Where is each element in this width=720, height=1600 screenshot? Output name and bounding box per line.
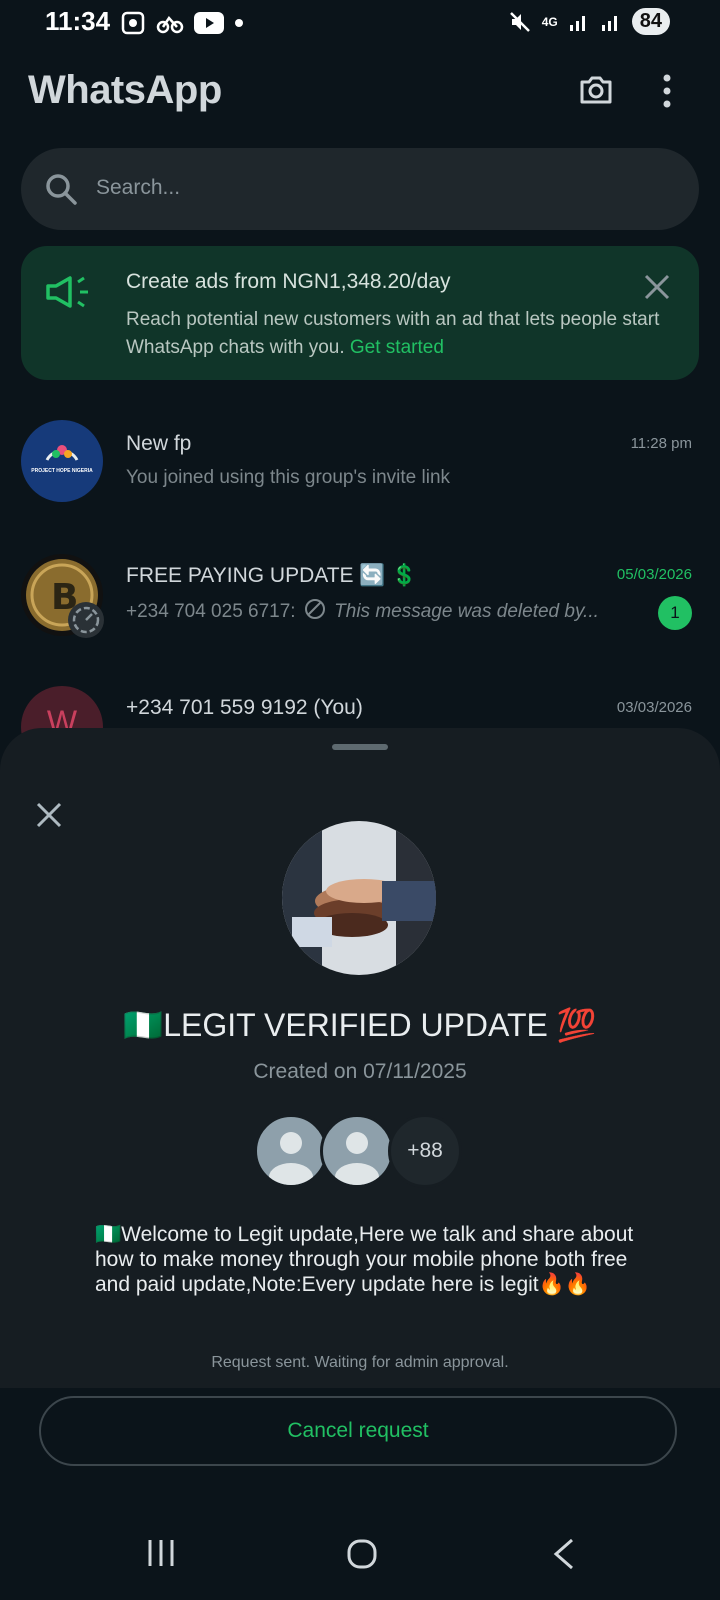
member-count: +88 xyxy=(388,1114,462,1188)
get-started-link[interactable]: Get started xyxy=(350,337,444,358)
member-avatar xyxy=(320,1114,394,1188)
status-notification-icons xyxy=(120,10,244,36)
dot-icon xyxy=(235,19,243,27)
status-ring-icon xyxy=(68,602,104,638)
person-icon xyxy=(335,1132,379,1185)
close-icon[interactable] xyxy=(36,802,62,828)
search-icon xyxy=(46,174,77,205)
ad-description: Reach potential new customers with an ad… xyxy=(126,309,660,358)
status-time: 11:34 xyxy=(45,6,111,36)
mute-icon xyxy=(509,11,530,32)
battery-indicator: 84 xyxy=(631,8,670,35)
close-icon[interactable] xyxy=(644,274,670,300)
deleted-icon xyxy=(304,599,325,619)
recent-apps-icon[interactable] xyxy=(146,1538,176,1568)
status-system-icons: 4G 84 xyxy=(508,8,670,35)
stacked-hands-image xyxy=(282,821,436,975)
group-avatar xyxy=(282,821,436,975)
chat-name[interactable]: +234 701 559 9192 (You) xyxy=(126,696,363,720)
avatar[interactable]: PROJECT HOPE NIGERIA xyxy=(21,420,103,502)
chat-name[interactable]: New fp xyxy=(126,432,191,456)
signal-icon xyxy=(569,15,585,31)
drag-handle[interactable] xyxy=(332,744,388,750)
chat-time: 05/03/2026 xyxy=(616,566,692,583)
person-icon xyxy=(269,1132,313,1185)
chat-last-message: You joined using this group's invite lin… xyxy=(126,467,451,488)
more-options-icon[interactable] xyxy=(660,72,674,112)
member-avatar xyxy=(254,1114,328,1188)
project-hope-logo xyxy=(45,445,79,461)
megaphone-icon xyxy=(46,276,88,308)
screenshot-icon xyxy=(121,11,145,35)
chat-time: 03/03/2026 xyxy=(616,699,692,716)
deleted-message: This message was deleted by... xyxy=(334,601,599,622)
chat-name[interactable]: FREE PAYING UPDATE 🔄 💲 xyxy=(126,564,418,588)
cancel-request-button[interactable]: Cancel request xyxy=(39,1396,677,1466)
home-icon[interactable] xyxy=(346,1538,378,1570)
chat-last-message: +234 704 025 6717: This message was dele… xyxy=(126,599,636,623)
group-created-date: Created on 07/11/2025 xyxy=(253,1060,467,1083)
network-type: 4G xyxy=(541,14,558,29)
back-icon[interactable] xyxy=(552,1538,576,1570)
signal-icon-2 xyxy=(601,15,617,31)
camera-icon[interactable] xyxy=(578,72,614,108)
group-description: 🇳🇬Welcome to Legit update,Here we talk a… xyxy=(95,1223,634,1296)
unread-badge: 1 xyxy=(658,596,692,630)
youtube-icon xyxy=(194,12,224,34)
message-sender: +234 704 025 6717: xyxy=(126,601,296,622)
ad-title: Create ads from NGN1,348.20/day xyxy=(126,270,451,293)
request-status: Request sent. Waiting for admin approval… xyxy=(211,1354,509,1371)
bike-icon xyxy=(156,15,184,34)
chat-time: 11:28 pm xyxy=(630,435,692,452)
group-name: 🇳🇬LEGIT VERIFIED UPDATE 💯 xyxy=(123,1007,597,1043)
avatar-text: PROJECT HOPE NIGERIA xyxy=(31,468,93,474)
search-input[interactable]: Search... xyxy=(96,176,180,200)
app-title: WhatsApp xyxy=(28,68,222,112)
